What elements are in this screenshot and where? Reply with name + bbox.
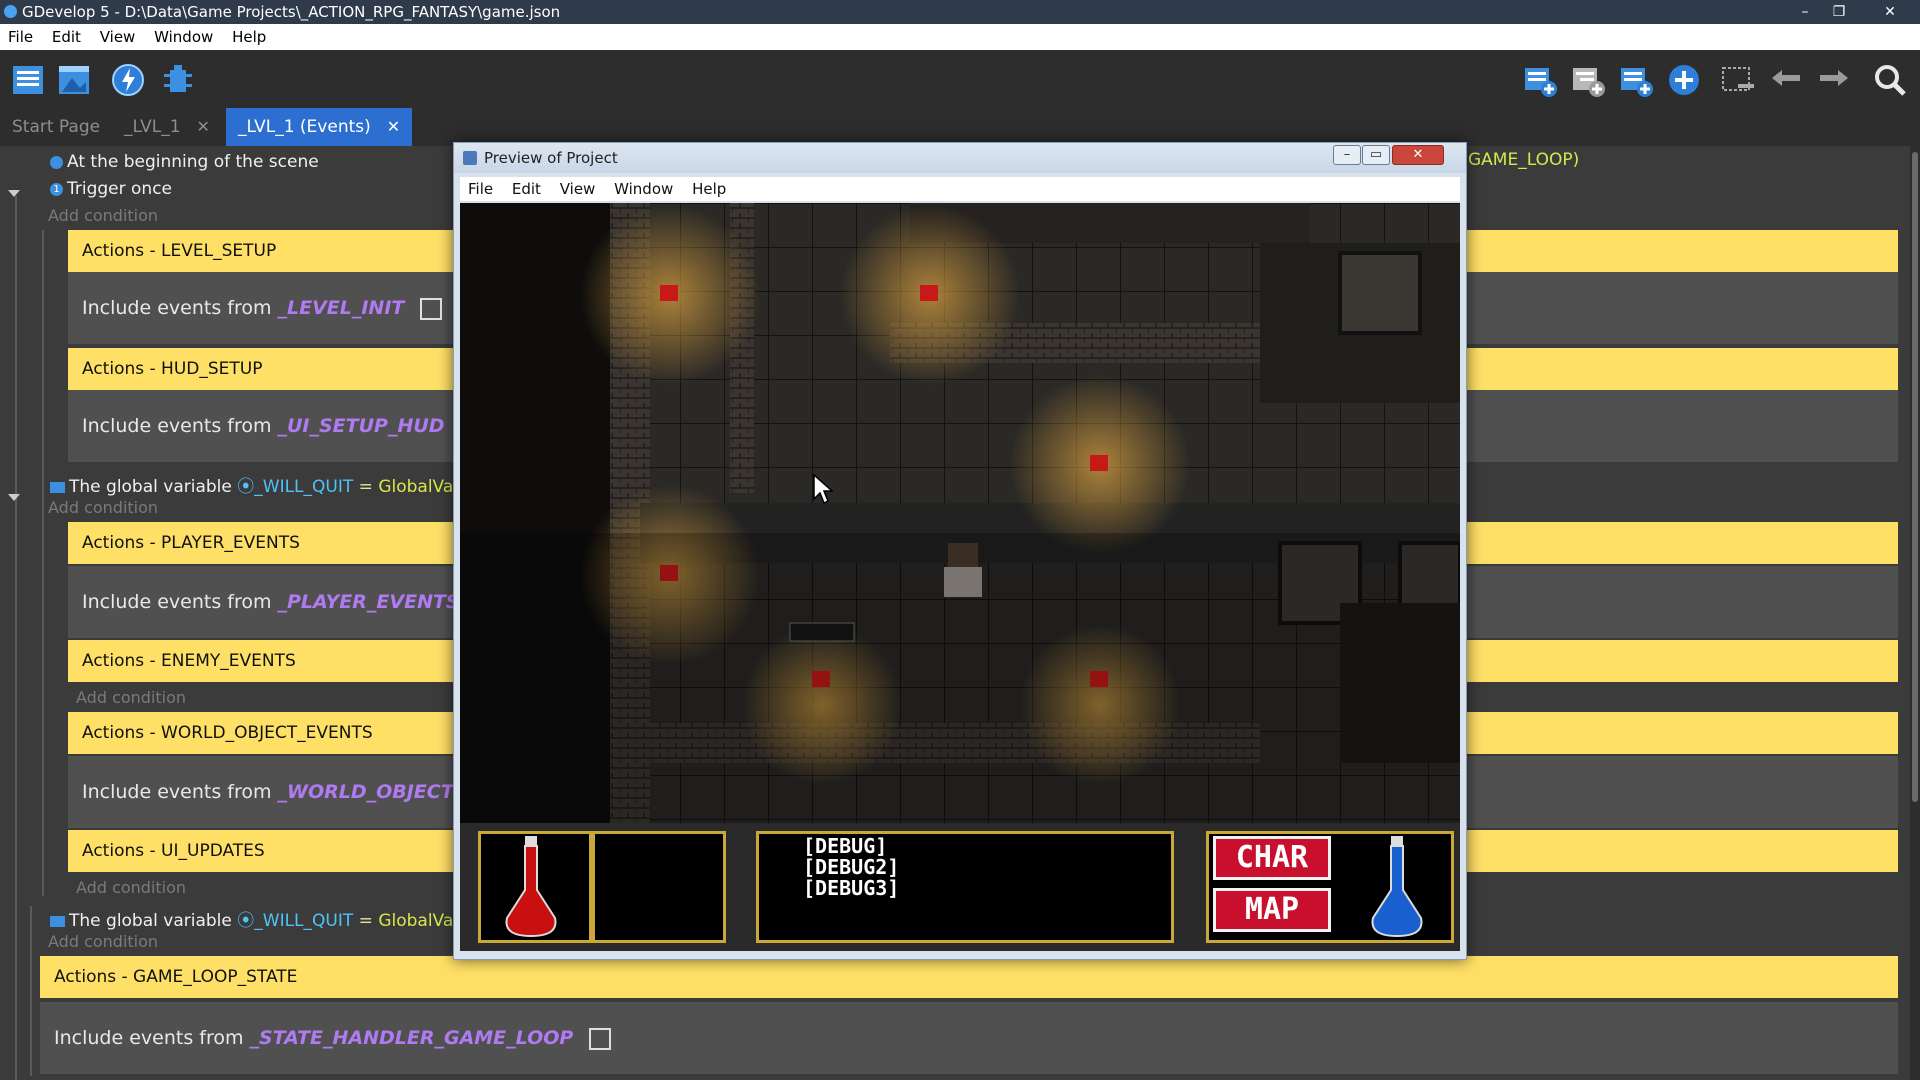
condition-begin-scene[interactable]: At the beginning of the scene bbox=[50, 152, 319, 172]
add-condition-link[interactable]: Add condition bbox=[48, 498, 158, 517]
tab-start-page[interactable]: Start Page bbox=[0, 108, 112, 146]
close-tab-icon[interactable]: ✕ bbox=[197, 117, 210, 136]
debug-line-3: [DEBUG3] bbox=[803, 876, 900, 900]
add-more-icon[interactable] bbox=[1666, 62, 1702, 98]
maximize-button[interactable]: ❐ bbox=[1824, 2, 1854, 22]
external-link-icon[interactable] bbox=[589, 1027, 612, 1050]
include-link[interactable]: _PLAYER_EVENTS bbox=[277, 591, 459, 613]
include-state-handler[interactable]: Include events from _STATE_HANDLER_GAME_L… bbox=[40, 1002, 1898, 1074]
game-hud: [DEBUG] [DEBUG2] [DEBUG3] CHAR MAP bbox=[460, 823, 1460, 951]
char-button[interactable]: CHAR bbox=[1213, 836, 1331, 880]
preview-title-bar: Preview of Project – ▭ ✕ bbox=[454, 143, 1466, 173]
add-event-icon[interactable] bbox=[1522, 62, 1558, 98]
trigger-once-icon: 1 bbox=[50, 182, 63, 196]
preview-menu-view[interactable]: View bbox=[560, 180, 596, 198]
vertical-scrollbar[interactable] bbox=[1910, 146, 1920, 1080]
game-canvas[interactable] bbox=[460, 203, 1460, 823]
debug-panel: [DEBUG] [DEBUG2] [DEBUG3] bbox=[756, 831, 1174, 943]
window-title: GDevelop 5 - D:\Data\Game Projects\_ACTI… bbox=[22, 3, 561, 21]
preview-minimize-button[interactable]: – bbox=[1333, 145, 1361, 165]
add-comment-icon[interactable] bbox=[1618, 62, 1654, 98]
redo-icon[interactable] bbox=[1816, 62, 1852, 98]
minimize-button[interactable]: – bbox=[1790, 2, 1820, 22]
scrollbar-thumb[interactable] bbox=[1912, 152, 1918, 802]
scene-editor-icon[interactable] bbox=[56, 62, 92, 98]
include-link[interactable]: _UI_SETUP_HUD bbox=[277, 415, 444, 437]
map-button[interactable]: MAP bbox=[1213, 888, 1331, 932]
game-scene bbox=[460, 203, 1460, 823]
preview-window: Preview of Project – ▭ ✕ File Edit View … bbox=[453, 142, 1467, 960]
menu-bar: File Edit View Window Help bbox=[0, 24, 1920, 50]
external-link-icon[interactable] bbox=[420, 297, 443, 320]
tab-lvl-1[interactable]: _LVL_1 ✕ bbox=[112, 108, 222, 146]
close-tab-icon[interactable]: ✕ bbox=[387, 117, 400, 136]
gdevelop-logo-icon bbox=[4, 5, 17, 18]
preview-close-button[interactable]: ✕ bbox=[1392, 145, 1444, 165]
condition-global-variable[interactable]: The global variable ⦿_WILL_QUIT = Global… bbox=[50, 472, 475, 497]
include-link[interactable]: _STATE_HANDLER_GAME_LOOP bbox=[249, 1027, 573, 1049]
variable-icon bbox=[50, 915, 65, 927]
condition-text-fragment: GAME_LOOP) bbox=[1468, 150, 1580, 170]
preview-maximize-button[interactable]: ▭ bbox=[1362, 145, 1390, 165]
preview-menu-window[interactable]: Window bbox=[614, 180, 673, 198]
events-icon[interactable] bbox=[110, 62, 146, 98]
menu-file[interactable]: File bbox=[8, 28, 33, 46]
collapse-arrow-icon[interactable] bbox=[8, 190, 20, 197]
action-game-loop-state[interactable]: Actions - GAME_LOOP_STATE bbox=[40, 956, 1898, 998]
preview-title: Preview of Project bbox=[484, 149, 618, 167]
preview-app-icon bbox=[463, 151, 477, 165]
delete-icon[interactable] bbox=[1720, 62, 1756, 98]
title-bar: GDevelop 5 - D:\Data\Game Projects\_ACTI… bbox=[0, 0, 1920, 24]
preview-menu-edit[interactable]: Edit bbox=[512, 180, 541, 198]
project-manager-icon[interactable] bbox=[10, 62, 46, 98]
add-subevent-icon[interactable] bbox=[1570, 62, 1606, 98]
variable-icon bbox=[50, 481, 65, 493]
menu-view[interactable]: View bbox=[100, 28, 136, 46]
add-condition-link[interactable]: Add condition bbox=[76, 688, 186, 707]
scene-start-icon bbox=[50, 155, 63, 169]
add-condition-link[interactable]: Add condition bbox=[76, 878, 186, 897]
condition-trigger-once[interactable]: 1 Trigger once bbox=[50, 179, 172, 199]
toolbar bbox=[0, 50, 1920, 108]
mouse-cursor-icon bbox=[813, 473, 834, 505]
player-sprite bbox=[944, 543, 982, 597]
menu-window[interactable]: Window bbox=[154, 28, 213, 46]
debug-line-2: [DEBUG2] bbox=[803, 855, 900, 879]
add-condition-link[interactable]: Add condition bbox=[48, 206, 158, 225]
condition-global-variable[interactable]: The global variable ⦿_WILL_QUIT = Global… bbox=[50, 906, 475, 931]
health-potion-icon bbox=[505, 836, 557, 938]
undo-icon[interactable] bbox=[1768, 62, 1804, 98]
mana-potion-icon bbox=[1371, 836, 1423, 938]
include-link[interactable]: _LEVEL_INIT bbox=[277, 297, 404, 319]
debugger-icon[interactable] bbox=[160, 62, 196, 98]
editor-tabs: Start Page _LVL_1 ✕ _LVL_1 (Events) ✕ bbox=[0, 108, 1920, 146]
search-icon[interactable] bbox=[1872, 62, 1908, 98]
health-panel bbox=[478, 831, 726, 943]
preview-menu-bar: File Edit View Window Help bbox=[460, 177, 1460, 201]
close-window-button[interactable]: ✕ bbox=[1870, 2, 1910, 22]
debug-line-1: [DEBUG] bbox=[803, 834, 888, 858]
menu-edit[interactable]: Edit bbox=[52, 28, 81, 46]
menu-panel: CHAR MAP bbox=[1206, 831, 1454, 943]
add-condition-link[interactable]: Add condition bbox=[48, 932, 158, 951]
tab-lvl-1-events[interactable]: _LVL_1 (Events) ✕ bbox=[226, 108, 413, 146]
menu-help[interactable]: Help bbox=[232, 28, 266, 46]
preview-menu-help[interactable]: Help bbox=[692, 180, 726, 198]
collapse-arrow-icon[interactable] bbox=[8, 494, 20, 501]
preview-menu-file[interactable]: File bbox=[468, 180, 493, 198]
